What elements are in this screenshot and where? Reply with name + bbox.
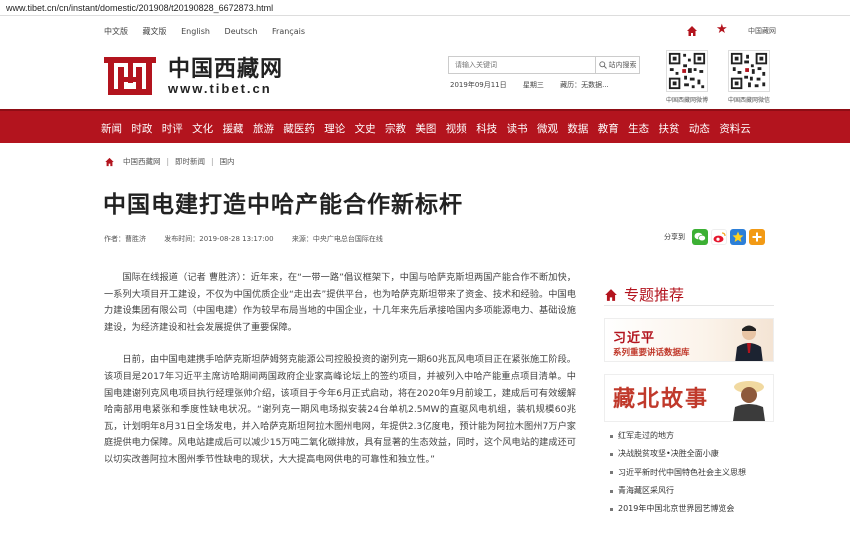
weibo-share-icon[interactable]: [711, 229, 727, 245]
sidebar-heading: 专题推荐: [604, 284, 684, 305]
main-nav: 新闻 时政 时评 文化 援藏 旅游 藏医药 理论 文史 宗教 美图 视频 科技 …: [0, 109, 850, 143]
sidebar-title: 专题推荐: [624, 286, 685, 304]
bullet: [610, 489, 613, 493]
nav-item-tech[interactable]: 科技: [476, 121, 497, 136]
mobile-site-link[interactable]: 中国藏网: [748, 26, 776, 36]
search-icon: [598, 61, 607, 69]
portrait-image: [735, 325, 763, 361]
list-item[interactable]: 决战脱贫攻坚•决胜全面小康: [610, 445, 780, 463]
search-button[interactable]: 站内搜索: [595, 57, 639, 73]
current-date: 2019年09月11日: [450, 81, 507, 89]
nav-item-travel[interactable]: 旅游: [253, 121, 274, 136]
wechat-share-icon[interactable]: [692, 229, 708, 245]
home-icon[interactable]: [104, 157, 115, 167]
nav-items: 新闻 时政 时评 文化 援藏 旅游 藏医药 理论 文史 宗教 美图 视频 科技 …: [101, 111, 760, 145]
lang-fr[interactable]: Français: [272, 27, 305, 36]
breadcrumb-separator: |: [166, 157, 170, 166]
nav-item-updates[interactable]: 动态: [689, 121, 710, 136]
breadcrumb-home[interactable]: 中国西藏网: [123, 156, 161, 167]
search-box: 站内搜索: [448, 56, 640, 74]
nav-item-theory[interactable]: 理论: [324, 121, 345, 136]
nav-item-culture[interactable]: 文化: [192, 121, 213, 136]
nav-item-education[interactable]: 教育: [598, 121, 619, 136]
bullet: [610, 452, 613, 456]
breadcrumb-instant[interactable]: 即时新闻: [175, 156, 205, 167]
bullet: [610, 434, 613, 438]
topic-link[interactable]: 习近平新时代中国特色社会主义思想: [618, 464, 746, 482]
nav-item-micro[interactable]: 微观: [537, 121, 558, 136]
nav-item-photos[interactable]: 美图: [415, 121, 436, 136]
search-button-label: 站内搜索: [608, 61, 637, 69]
nav-item-commentary[interactable]: 时评: [162, 121, 183, 136]
breadcrumb: 中国西藏网 | 即时新闻 | 国内: [104, 156, 235, 167]
breadcrumb-separator: |: [211, 157, 214, 166]
wechat-qr-label: 中国西藏网微信: [727, 97, 770, 104]
search-input[interactable]: [449, 57, 595, 73]
portrait-image: [733, 381, 765, 421]
nav-item-politics[interactable]: 时政: [131, 121, 152, 136]
breadcrumb-domestic[interactable]: 国内: [220, 156, 235, 167]
article-meta: 作者：曹胜济 发布时间：2019-08-28 13:17:00 来源：中央广电总…: [104, 234, 399, 244]
logo-english-text: www.tibet.cn: [168, 81, 272, 96]
article-title: 中国电建打造中哈产能合作新标杆: [103, 192, 463, 218]
nav-item-data[interactable]: 数据: [567, 121, 588, 136]
speech-database-banner[interactable]: 习近平 系列重要讲话数据库: [604, 318, 774, 362]
banner-sub-text: 系列重要讲话数据库: [613, 348, 690, 358]
share-label: 分享到: [664, 233, 685, 241]
article-paragraph: 日前，由中国电建携手哈萨克斯坦萨姆努克能源公司控股投资的谢列克一期60兆瓦风电项…: [104, 354, 576, 465]
divider: [604, 305, 774, 306]
nav-item-aid-tibet[interactable]: 援藏: [223, 121, 244, 136]
nav-item-religion[interactable]: 宗教: [385, 121, 406, 136]
wechat-qr-code: [728, 50, 770, 92]
current-weekday: 星期三: [522, 81, 544, 89]
bullet: [610, 507, 613, 511]
topic-link[interactable]: 决战脱贫攻坚•决胜全面小康: [618, 445, 719, 463]
list-item[interactable]: 红军走过的地方: [610, 427, 780, 445]
banner-main-text: 习近平: [613, 331, 656, 346]
lang-tibetan[interactable]: 藏文版: [143, 27, 167, 36]
nav-item-news[interactable]: 新闻: [101, 121, 122, 136]
date-line: 2019年09月11日 星期三 藏历：无数据...: [450, 80, 623, 90]
topic-link[interactable]: 青海藏区采风行: [618, 482, 674, 500]
nav-item-poverty[interactable]: 扶贫: [659, 121, 680, 136]
weibo-qr-label: 中国西藏网微博: [665, 97, 708, 104]
article-author: 作者：曹胜济: [104, 235, 146, 243]
list-item[interactable]: 2019年中国北京世界园艺博览会: [610, 500, 780, 518]
article-source: 来源：中央广电总台国际在线: [291, 235, 383, 243]
topic-link[interactable]: 2019年中国北京世界园艺博览会: [618, 500, 734, 518]
qzone-share-icon[interactable]: [730, 229, 746, 245]
nav-item-ecology[interactable]: 生态: [628, 121, 649, 136]
topic-list: 红军走过的地方 决战脱贫攻坚•决胜全面小康 习近平新时代中国特色社会主义思想 青…: [610, 427, 780, 518]
bullet: [610, 471, 613, 475]
nav-item-books[interactable]: 读书: [507, 121, 528, 136]
address-bar[interactable]: www.tibet.cn/cn/instant/domestic/201908/…: [0, 0, 850, 16]
article-time: 发布时间：2019-08-28 13:17:00: [164, 235, 274, 243]
home-icon[interactable]: [686, 25, 698, 37]
nav-item-video[interactable]: 视频: [446, 121, 467, 136]
more-share-icon[interactable]: [749, 229, 765, 245]
home-icon: [605, 288, 617, 301]
article-paragraph: 国际在线报道（记者 曹胜济）：近年来，在“一带一路”倡议框架下，中国与哈萨克斯坦…: [104, 272, 576, 333]
list-item[interactable]: 青海藏区采风行: [610, 482, 780, 500]
topic-link[interactable]: 红军走过的地方: [618, 427, 674, 445]
language-links: 中文版 藏文版 English Deutsch Français: [104, 26, 317, 37]
lang-de[interactable]: Deutsch: [225, 27, 258, 36]
banner-main-text: 藏北故事: [613, 386, 710, 412]
nav-item-tibetan-medicine[interactable]: 藏医药: [283, 121, 315, 136]
weibo-qr-code: [666, 50, 708, 92]
article-body: 国际在线报道（记者 曹胜济）：近年来，在“一带一路”倡议框架下，中国与哈萨克斯坦…: [104, 270, 576, 485]
north-tibet-story-banner[interactable]: 藏北故事: [604, 374, 774, 422]
logo-chinese-text: 中国西藏网: [168, 57, 284, 82]
share-bar: 分享到: [664, 229, 765, 245]
list-item[interactable]: 习近平新时代中国特色社会主义思想: [610, 464, 780, 482]
nav-item-data-cloud[interactable]: 资料云: [719, 121, 751, 136]
nav-item-history[interactable]: 文史: [355, 121, 376, 136]
lang-en[interactable]: English: [181, 27, 210, 36]
tibetan-calendar: 藏历：无数据...: [560, 81, 609, 89]
favorite-star-icon[interactable]: ★: [716, 23, 728, 37]
site-logo[interactable]: [104, 53, 156, 99]
lang-zh[interactable]: 中文版: [104, 27, 128, 36]
